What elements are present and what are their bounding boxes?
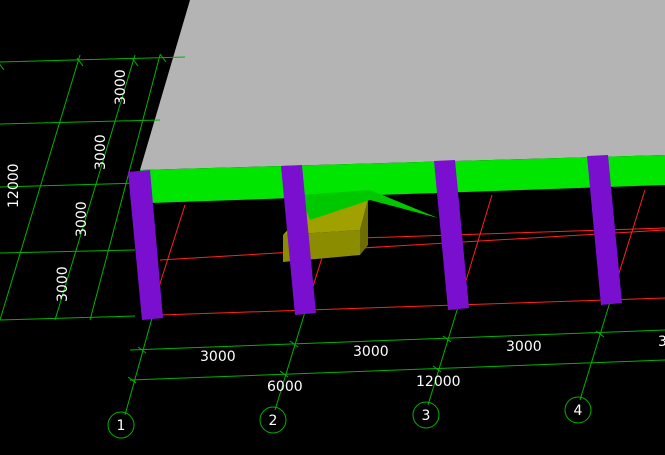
axis-bubbles: 1 2 3 4 [107,396,592,439]
dim-left-1: 3000 [113,69,129,105]
axis-label-1: 1 [117,418,126,434]
left-dimension-labels: 3000 3000 3000 3000 12000 [6,69,129,302]
axis-label-4: 4 [574,403,583,419]
dim-bottom-4: 3 [658,334,665,350]
axis-bubble-2[interactable]: 2 [259,406,287,434]
dim-left-2: 3000 [93,134,109,170]
3d-model-viewport[interactable]: 3000 3000 3000 3000 12000 3000 3000 3000… [0,0,665,455]
model-canvas[interactable]: 3000 3000 3000 3000 12000 3000 3000 3000… [0,0,665,455]
bottom-dimension-labels: 3000 3000 3000 3 6000 12000 [200,334,665,395]
dim-bottom-3: 3000 [506,339,542,355]
axis-label-3: 3 [422,408,431,424]
axis-bubble-4[interactable]: 4 [564,396,592,424]
axis-bubble-3[interactable]: 3 [412,401,440,429]
dim-bottom-2: 3000 [353,344,389,360]
dim-left-4: 3000 [55,266,71,302]
axis-bubble-1[interactable]: 1 [107,411,135,439]
dim-left-total: 12000 [6,163,22,208]
dim-bottom-subtotal: 6000 [267,379,303,395]
dim-bottom-total: 12000 [416,374,461,390]
axis-label-2: 2 [269,413,278,429]
dim-bottom-1: 3000 [200,349,236,365]
dim-left-3: 3000 [74,201,90,237]
floor-slab[interactable] [140,0,665,170]
